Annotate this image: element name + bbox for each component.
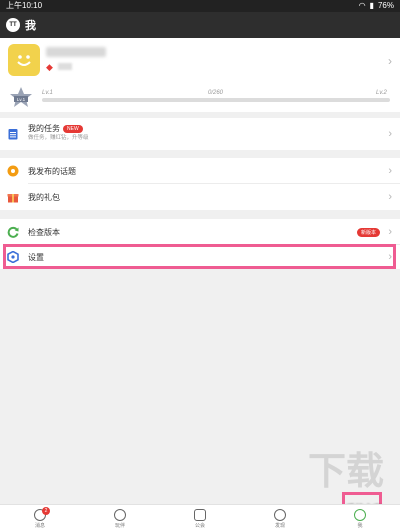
row-my-gifts[interactable]: 我的礼包 › <box>0 184 400 210</box>
tab-label: 公会 <box>194 522 205 529</box>
page-title: 我 <box>25 20 36 32</box>
new-version-badge: 新版本 <box>356 227 380 237</box>
avatar[interactable] <box>8 44 40 76</box>
row-label-settings: 设置 <box>28 252 44 262</box>
me-icon <box>354 508 366 521</box>
hexagon-settings-icon <box>6 250 20 264</box>
row-my-tasks[interactable]: 我的任务 NEW 做任务，赚红钻，升等级 › <box>0 118 400 150</box>
row-settings[interactable]: 设置 › <box>0 245 400 269</box>
tab-label: 我 <box>357 522 363 529</box>
row-label-check-version: 检查版本 <box>28 227 60 237</box>
gift-icon <box>6 190 20 204</box>
guild-icon <box>194 508 206 521</box>
row-label-gifts: 我的礼包 <box>28 192 60 202</box>
playmate-icon <box>114 508 126 521</box>
clipboard-icon <box>6 127 20 141</box>
tab-label: 玩伴 <box>114 522 125 529</box>
tab-label: 发现 <box>274 522 285 529</box>
chevron-right-icon: › <box>388 128 392 140</box>
level-progress: 0/260 <box>208 90 224 96</box>
title-bar: TT 我 <box>0 12 400 38</box>
app-logo: TT <box>6 18 20 32</box>
discover-icon <box>274 508 286 521</box>
row-my-topics[interactable]: 我发布的话题 › <box>0 158 400 184</box>
status-bar: 上午10:10 ◠ ▮ 76% <box>0 0 400 12</box>
tab-label: 消息 <box>34 522 45 529</box>
row-label-topics: 我发布的话题 <box>28 166 76 176</box>
chevron-right-icon: › <box>388 226 392 238</box>
tab-playmates[interactable]: 玩伴 <box>100 508 140 529</box>
chevron-right-icon: › <box>388 165 392 177</box>
tab-guild[interactable]: 公会 <box>180 508 220 529</box>
status-time: 上午10:10 <box>6 1 43 10</box>
level-star-icon: Lv.1 <box>10 87 32 107</box>
flower-icon <box>6 164 20 178</box>
chevron-right-icon: › <box>388 251 392 263</box>
row-check-version[interactable]: 检查版本 新版本 › <box>0 219 400 245</box>
level-progress-bar <box>42 98 390 102</box>
level-badge-text: Lv.1 <box>17 97 26 102</box>
profile-card[interactable]: ◆ › Lv.1 Lv.1 0/260 Lv.2 <box>0 38 400 112</box>
row-subtitle-tasks: 做任务，赚红钻，升等级 <box>28 135 89 141</box>
battery-level: 76% <box>377 1 394 10</box>
bottom-tab-bar: 2 消息 玩伴 公会 发现 我 <box>0 504 400 532</box>
red-gem-icon: ◆ <box>46 62 53 72</box>
new-badge: NEW <box>63 124 83 133</box>
tab-me[interactable]: 我 <box>340 508 380 529</box>
username-blurred <box>46 47 106 57</box>
chevron-right-icon[interactable]: › <box>388 54 392 68</box>
status-right: ◠ ▮ 76% <box>359 0 394 12</box>
level-end: Lv.2 <box>376 90 387 96</box>
refresh-icon <box>6 225 20 239</box>
level-start: Lv.1 <box>42 90 53 96</box>
battery-icon: ▮ <box>369 1 374 10</box>
smile-icon <box>17 55 31 66</box>
tab-discover[interactable]: 发现 <box>260 508 300 529</box>
wifi-icon: ◠ <box>358 1 366 10</box>
gem-count-blurred <box>58 63 72 70</box>
tab-messages[interactable]: 2 消息 <box>20 506 60 529</box>
chevron-right-icon: › <box>388 191 392 203</box>
tab-badge: 2 <box>42 506 50 515</box>
